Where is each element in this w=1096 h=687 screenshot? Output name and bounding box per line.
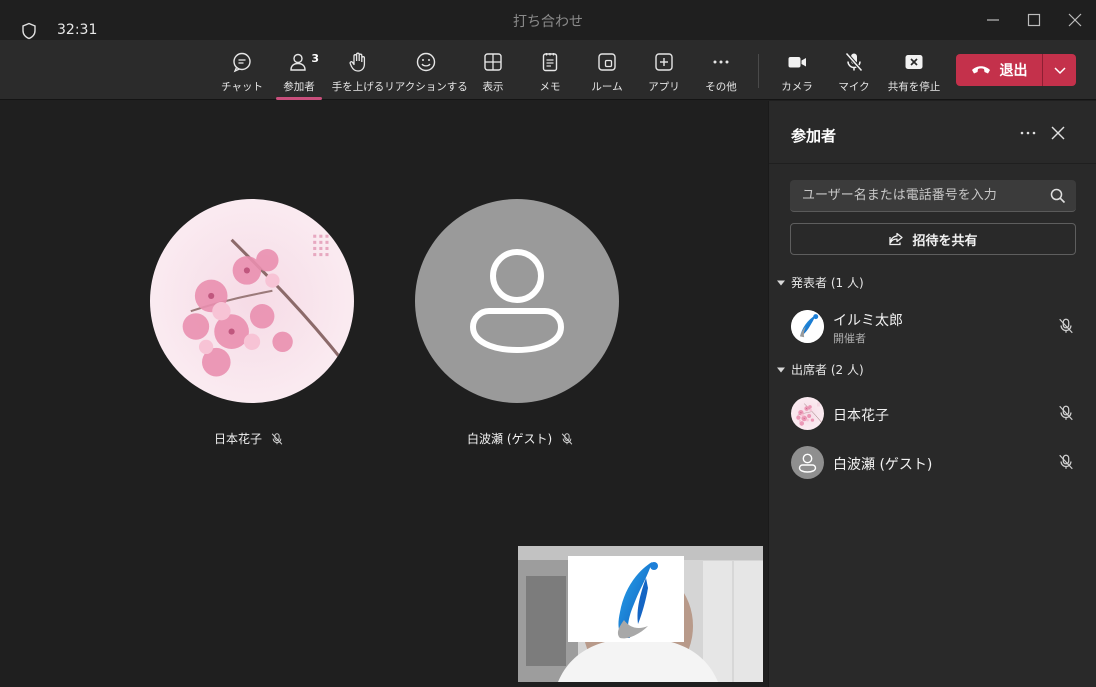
leave-button[interactable]: 退出 <box>956 54 1042 86</box>
mic-off-icon <box>561 432 573 445</box>
avatar <box>791 446 824 479</box>
reactions-button[interactable]: リアクションする <box>384 50 468 96</box>
mic-off-icon <box>1059 454 1073 470</box>
participant-avatar-hanako[interactable] <box>150 199 354 403</box>
grid-icon <box>484 53 502 71</box>
panel-close-button[interactable] <box>1047 123 1069 143</box>
participant-count-badge: 3 <box>311 52 319 65</box>
minimize-button[interactable] <box>972 0 1014 40</box>
shield-icon[interactable] <box>20 22 38 40</box>
toolbar-divider <box>758 54 759 88</box>
raise-hand-button[interactable]: 手を上げる <box>332 50 384 96</box>
more-horizontal-icon <box>713 60 729 64</box>
presenters-section-header[interactable]: 発表者 (1 人) <box>777 274 864 291</box>
more-horizontal-icon <box>1020 131 1036 135</box>
participant-row-presenter[interactable]: イルミ太郎 開催者 <box>769 302 1096 350</box>
leave-options-button[interactable] <box>1043 54 1076 86</box>
company-logo-icon <box>791 310 824 343</box>
hang-up-icon <box>971 66 990 74</box>
participant-name: 日本花子 <box>833 408 889 424</box>
stop-share-icon <box>905 55 923 69</box>
participant-search-box <box>790 180 1076 212</box>
participants-panel: 参加者 招待を共有 発表者 (1 人) イルミ太郎 開催者 出席者 (2 人) … <box>768 101 1096 687</box>
add-app-icon <box>655 53 673 71</box>
mic-button[interactable]: マイク <box>834 50 874 96</box>
people-icon <box>290 53 306 71</box>
panel-title: 参加者 <box>791 127 837 145</box>
share-invite-button[interactable]: 招待を共有 <box>790 223 1076 255</box>
avatar <box>791 310 824 343</box>
maximize-icon <box>1027 13 1041 27</box>
mic-off-icon <box>1059 318 1073 334</box>
participant-search-input[interactable] <box>802 180 1042 211</box>
notes-icon <box>542 53 558 72</box>
mic-off-icon <box>271 432 283 445</box>
video-camera-icon <box>788 57 806 68</box>
sakura-avatar-image <box>150 199 354 403</box>
window-title: 打ち合わせ <box>513 14 583 30</box>
participant-row-guest[interactable]: 白波瀬 (ゲスト) <box>769 438 1096 486</box>
stop-sharing-button[interactable]: 共有を停止 <box>884 50 944 96</box>
participant-row-hanako[interactable]: 日本花子 <box>769 389 1096 437</box>
leave-label: 退出 <box>999 63 1028 79</box>
chat-button[interactable]: チャット <box>221 50 263 96</box>
rooms-button[interactable]: ルーム <box>587 50 627 96</box>
rooms-icon <box>598 53 616 71</box>
person-placeholder-icon <box>798 453 817 473</box>
tile-name: 日本花子 <box>214 432 263 446</box>
participant-name: 白波瀬 (ゲスト) <box>833 457 933 473</box>
participant-role: 開催者 <box>833 332 866 345</box>
apps-button[interactable]: アプリ <box>644 50 684 96</box>
minimize-icon <box>987 19 999 21</box>
chat-icon <box>233 52 251 73</box>
tile-label-hanako: 日本花子 <box>214 430 284 447</box>
title-bar: 打ち合わせ <box>0 0 1096 40</box>
close-icon <box>1068 13 1082 27</box>
meeting-timer: 32:31 <box>57 22 98 38</box>
self-view-camera-image <box>518 546 763 682</box>
tile-name: 白波瀬 (ゲスト) <box>467 432 553 446</box>
hand-icon <box>349 52 366 72</box>
window-close-button[interactable] <box>1054 0 1096 40</box>
participant-avatar-guest[interactable] <box>415 199 619 403</box>
close-icon <box>1051 126 1065 140</box>
share-invite-label: 招待を共有 <box>912 233 978 249</box>
avatar <box>791 397 824 430</box>
sakura-avatar-image <box>791 397 824 430</box>
leave-button-group: 退出 <box>956 54 1076 86</box>
maximize-button[interactable] <box>1013 0 1055 40</box>
self-view-video[interactable] <box>518 546 763 682</box>
active-tab-indicator <box>276 97 322 100</box>
panel-more-button[interactable] <box>1017 123 1039 143</box>
view-button[interactable]: 表示 <box>473 50 513 96</box>
notes-button[interactable]: メモ <box>530 50 570 96</box>
panel-header-divider <box>769 163 1096 164</box>
caret-down-icon <box>777 367 785 372</box>
mic-off-icon <box>845 52 863 72</box>
chevron-down-icon <box>1053 67 1066 75</box>
person-placeholder-icon <box>469 249 565 354</box>
mic-off-icon <box>1059 405 1073 421</box>
more-button[interactable]: その他 <box>701 50 741 96</box>
participant-name: イルミ太郎 <box>833 313 903 329</box>
smile-icon <box>416 52 436 72</box>
tile-label-guest: 白波瀬 (ゲスト) <box>467 430 574 447</box>
share-icon <box>889 232 904 246</box>
caret-down-icon <box>777 280 785 285</box>
search-icon[interactable] <box>1050 188 1066 204</box>
participants-button[interactable]: 3 参加者 <box>279 50 319 96</box>
attendees-section-header[interactable]: 出席者 (2 人) <box>777 361 864 378</box>
camera-button[interactable]: カメラ <box>777 50 817 96</box>
